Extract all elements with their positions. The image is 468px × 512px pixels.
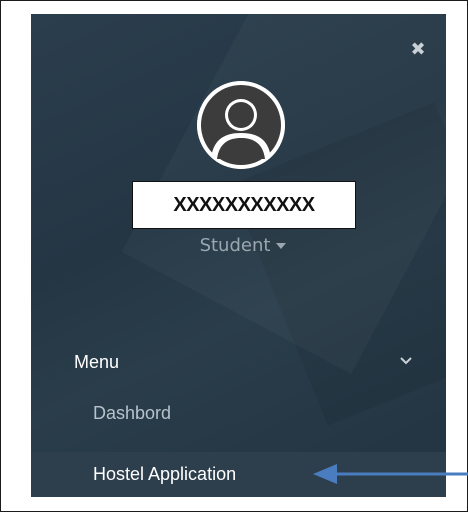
sidebar-item-label: Hostel Application xyxy=(93,464,237,484)
user-icon xyxy=(197,81,285,169)
annotation-arrow-icon xyxy=(313,464,468,484)
caret-down-icon xyxy=(276,243,287,249)
avatar xyxy=(197,81,285,169)
screenshot-frame: ✖ XXXXXXXXXXX Student Menu Dashbord Host… xyxy=(0,0,468,512)
chevron-down-icon xyxy=(399,354,413,368)
sidebar: ✖ XXXXXXXXXXX Student Menu Dashbord Host… xyxy=(31,14,446,497)
menu-section-header[interactable]: Menu xyxy=(31,346,446,378)
user-role-dropdown[interactable]: Student xyxy=(181,232,305,258)
sidebar-item-label: Dashbord xyxy=(93,402,172,423)
user-name: XXXXXXXXXXX xyxy=(132,181,356,229)
user-role-label: Student xyxy=(199,234,271,256)
sidebar-item-dashboard[interactable]: Dashbord xyxy=(31,394,446,432)
menu-title: Menu xyxy=(74,351,120,372)
close-icon[interactable]: ✖ xyxy=(407,38,429,60)
